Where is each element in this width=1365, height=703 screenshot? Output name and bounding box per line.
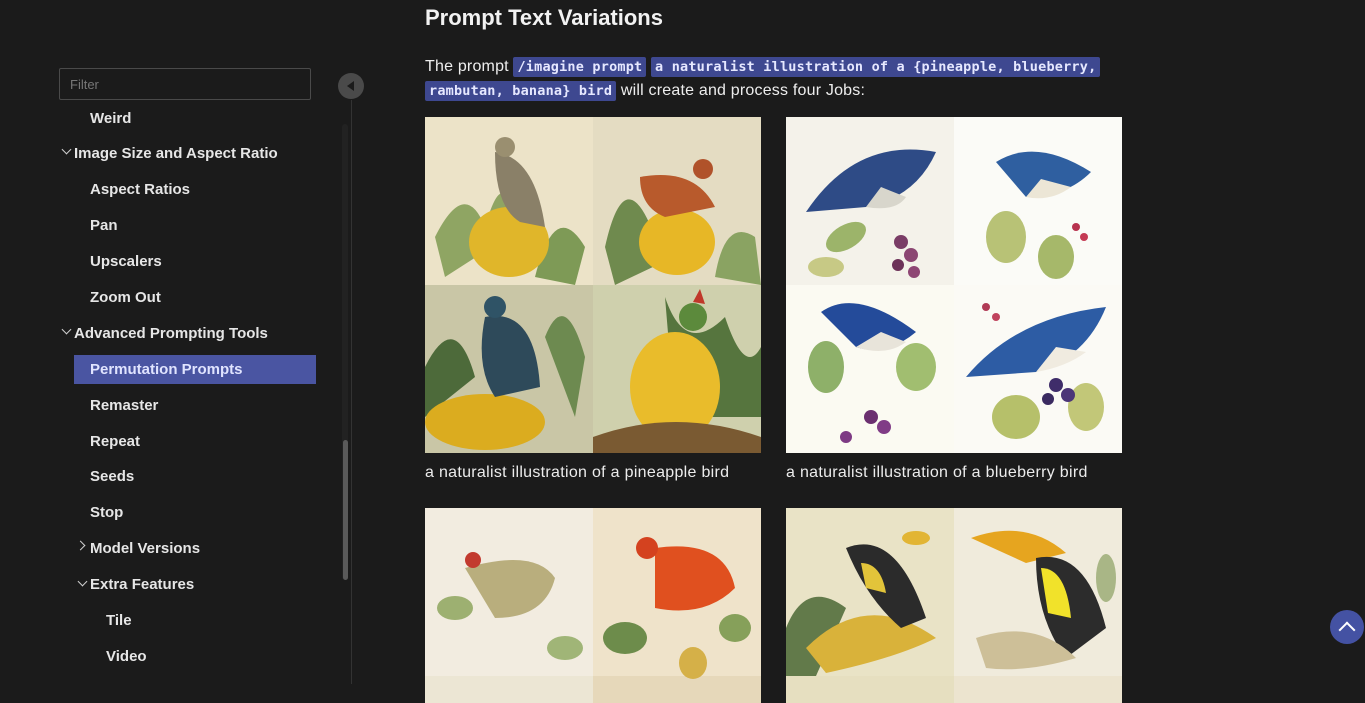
chevron-down-icon[interactable] (61, 144, 72, 155)
pineapple-bird-caption: a naturalist illustration of a pineapple… (425, 464, 730, 481)
sidebar-scrollbar-thumb[interactable] (343, 440, 348, 580)
sidebar-item-aspect-ratios[interactable]: Aspect Ratios (90, 175, 190, 204)
chevron-right-icon[interactable] (75, 540, 86, 551)
sidebar-item-advanced-prompting-tools[interactable]: Advanced Prompting Tools (74, 319, 268, 348)
sidebar-item-pan[interactable]: Pan (90, 211, 118, 240)
sidebar-item-weird[interactable]: Weird (90, 108, 131, 133)
sidebar-item-model-versions[interactable]: Model Versions (90, 534, 200, 563)
pineapple-bird-image-grid (425, 117, 761, 453)
filter-input[interactable] (59, 68, 311, 100)
sidebar-item-image-size-aspect-ratio[interactable]: Image Size and Aspect Ratio (74, 139, 278, 168)
para-text-before: The prompt (425, 58, 514, 75)
chevron-down-icon[interactable] (61, 324, 72, 335)
sidebar-item-permutation-prompts[interactable]: Permutation Prompts (74, 355, 316, 384)
code-prompt-text-1: a naturalist illustration of a {pineappl… (651, 57, 1101, 77)
collapse-sidebar-button[interactable] (338, 73, 364, 99)
sidebar-item-repeat[interactable]: Repeat (90, 427, 140, 456)
rambutan-bird-illustrations (425, 508, 761, 703)
sidebar-item-seeds[interactable]: Seeds (90, 462, 134, 491)
code-imagine-prompt: /imagine prompt (513, 57, 647, 77)
blueberry-bird-caption: a naturalist illustration of a blueberry… (786, 464, 1088, 481)
collapse-left-icon (346, 81, 354, 91)
banana-bird-image-grid (786, 508, 1122, 703)
sidebar-item-zoom-out[interactable]: Zoom Out (90, 283, 161, 312)
sidebar-divider (351, 100, 352, 684)
para-text-after: will create and process four Jobs: (616, 82, 866, 99)
pineapple-bird-illustrations (425, 117, 761, 453)
sidebar-item-extra-features[interactable]: Extra Features (90, 570, 194, 599)
blueberry-bird-image-grid (786, 117, 1122, 453)
sidebar-item-tile[interactable]: Tile (106, 606, 132, 635)
banana-bird-illustrations (786, 508, 1122, 703)
sidebar-nav: Weird Image Size and Aspect Ratio Aspect… (0, 108, 340, 688)
sidebar-item-stop[interactable]: Stop (90, 498, 123, 527)
chevron-down-icon[interactable] (77, 576, 88, 587)
prompt-description: The prompt /imagine prompt a naturalist … (425, 55, 1125, 103)
rambutan-bird-image-grid (425, 508, 761, 703)
blueberry-bird-illustrations (786, 117, 1122, 453)
code-prompt-text-2: rambutan, banana} bird (425, 81, 617, 101)
sidebar: Weird Image Size and Aspect Ratio Aspect… (0, 0, 364, 703)
scroll-to-top-button[interactable] (1330, 610, 1364, 644)
chevron-up-icon (1338, 621, 1356, 639)
sidebar-item-video[interactable]: Video (106, 642, 147, 671)
section-heading: Prompt Text Variations (425, 5, 663, 30)
sidebar-item-upscalers[interactable]: Upscalers (90, 247, 162, 276)
sidebar-item-remaster[interactable]: Remaster (90, 391, 158, 420)
